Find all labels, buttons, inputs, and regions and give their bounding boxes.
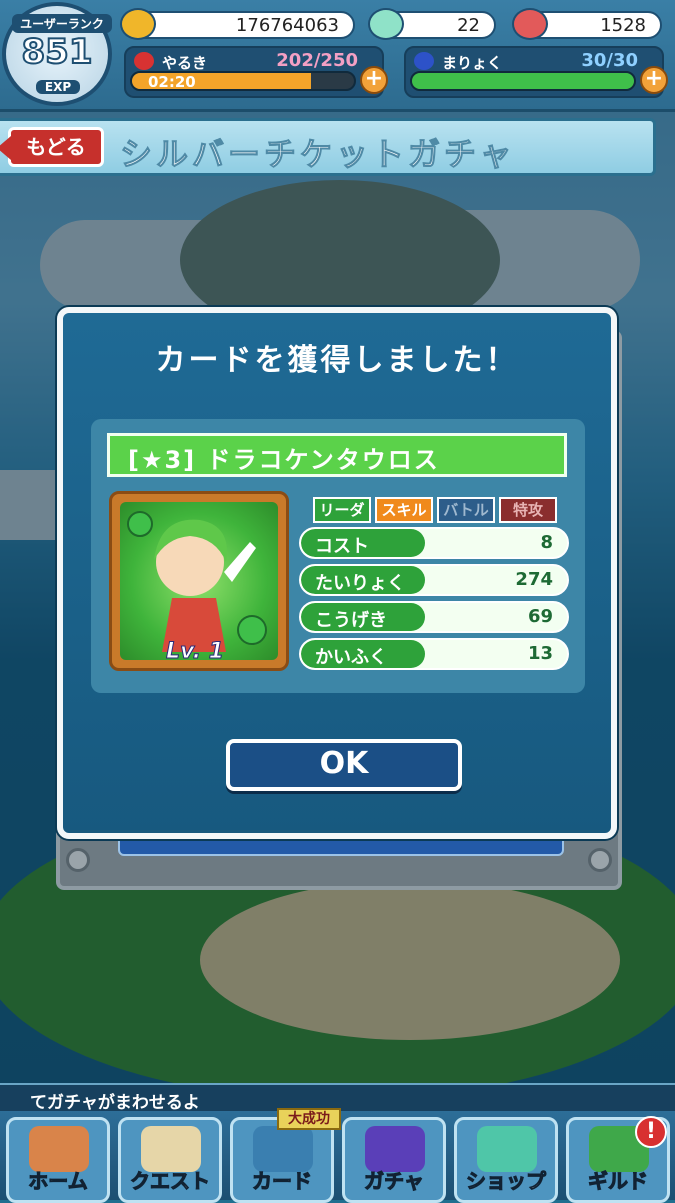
screen-header: もどる シルバーチケットガチャ — [0, 118, 656, 176]
nav-home[interactable]: ホーム — [6, 1117, 110, 1203]
tag-special: 特攻 — [499, 497, 557, 523]
stamina-add-button[interactable]: + — [360, 66, 388, 94]
mana-icon — [414, 52, 434, 70]
bolt-icon — [588, 848, 612, 872]
nav-label: クエスト — [130, 1169, 211, 1194]
rank-value: 851 — [21, 31, 94, 73]
nav-label: ホーム — [28, 1169, 88, 1194]
news-ticker: てガチャがまわせるよ — [0, 1083, 675, 1113]
stat-label: かいふく — [301, 640, 425, 668]
mana-fill — [412, 73, 634, 89]
card-info-panel: [★3] ドラコケンタウロス Lv. 1 リーダー スキル バトル 特攻 コス — [91, 419, 585, 693]
mana-label: まりょく — [442, 54, 503, 72]
nav-gacha[interactable]: ガチャ — [342, 1117, 446, 1203]
card-name: [★3] ドラコケンタウロス — [107, 433, 567, 477]
stat-label: コスト — [301, 529, 425, 557]
stat-value: 8 — [540, 532, 553, 553]
stat-recovery: かいふく 13 — [299, 638, 569, 670]
nav-quest[interactable]: クエスト — [118, 1117, 222, 1203]
page-title: シルバーチケットガチャ — [120, 135, 516, 174]
exp-label: EXP — [36, 80, 80, 94]
back-button[interactable]: もどる — [0, 127, 104, 167]
stat-label: たいりょく — [301, 566, 425, 594]
stamina-icon — [134, 52, 154, 70]
dialog-title: カードを獲得しました！ — [155, 343, 519, 378]
stat-label: こうげき — [301, 603, 425, 631]
points-value: 1528 — [600, 15, 646, 36]
stat-value: 13 — [527, 643, 553, 664]
coin-counter: 176764063 — [130, 11, 355, 39]
card-portrait[interactable]: Lv. 1 — [109, 491, 289, 671]
nav-label: カード — [252, 1169, 313, 1194]
stamina-value: 202/250 — [276, 50, 358, 71]
stamina-label: やるき — [162, 54, 208, 72]
ok-button[interactable]: OK — [226, 739, 462, 791]
card-acquired-dialog: カードを獲得しました！ [★3] ドラコケンタウロス Lv. 1 リーダー スキ… — [57, 307, 617, 839]
user-rank-badge[interactable]: ユーザーランク 851 EXP — [2, 2, 112, 106]
alert-badge: ! — [635, 1116, 667, 1148]
nav-shop[interactable]: ショップ — [454, 1117, 558, 1203]
coin-icon — [120, 8, 156, 40]
great-success-sticker: 大成功 — [277, 1108, 341, 1130]
tag-battle: バトル — [437, 497, 495, 523]
tag-skill: スキル — [375, 497, 433, 523]
coin-value: 176764063 — [235, 15, 339, 36]
tag-leader: リーダー — [313, 497, 371, 541]
status-bar: ユーザーランク 851 EXP 176764063 22 1528 やるき 20… — [0, 0, 675, 112]
gem-value: 22 — [457, 15, 480, 36]
nav-label: ギルド — [588, 1169, 649, 1194]
stat-cost: コスト 8 — [299, 527, 569, 559]
card-level: Lv. 1 — [166, 639, 225, 665]
nav-card[interactable]: 大成功 カード — [230, 1108, 341, 1203]
stamina-gauge: やるき 202/250 02:20 + — [124, 46, 388, 98]
nav-label: ガチャ — [364, 1169, 425, 1194]
mana-add-button[interactable]: + — [640, 66, 668, 94]
stat-attack: こうげき 69 — [299, 601, 569, 633]
stat-hp: たいりょく 274 — [299, 564, 569, 596]
gem-icon — [368, 8, 404, 40]
character-image — [120, 502, 278, 660]
stat-value: 274 — [515, 569, 553, 590]
mana-gauge: まりょく 30/30 + — [404, 46, 668, 98]
points-icon — [512, 8, 548, 40]
nav-label: ショップ — [466, 1169, 547, 1194]
stamina-timer: 02:20 — [148, 73, 196, 91]
bottom-nav: ホーム クエスト 大成功 カード ガチャ ショップ ! ギルド — [0, 1108, 675, 1203]
mana-value: 30/30 — [581, 50, 638, 71]
stat-value: 69 — [527, 606, 553, 627]
nav-guild[interactable]: ! ギルド — [566, 1116, 670, 1203]
rank-label: ユーザーランク — [12, 14, 112, 33]
bolt-icon — [66, 848, 90, 872]
